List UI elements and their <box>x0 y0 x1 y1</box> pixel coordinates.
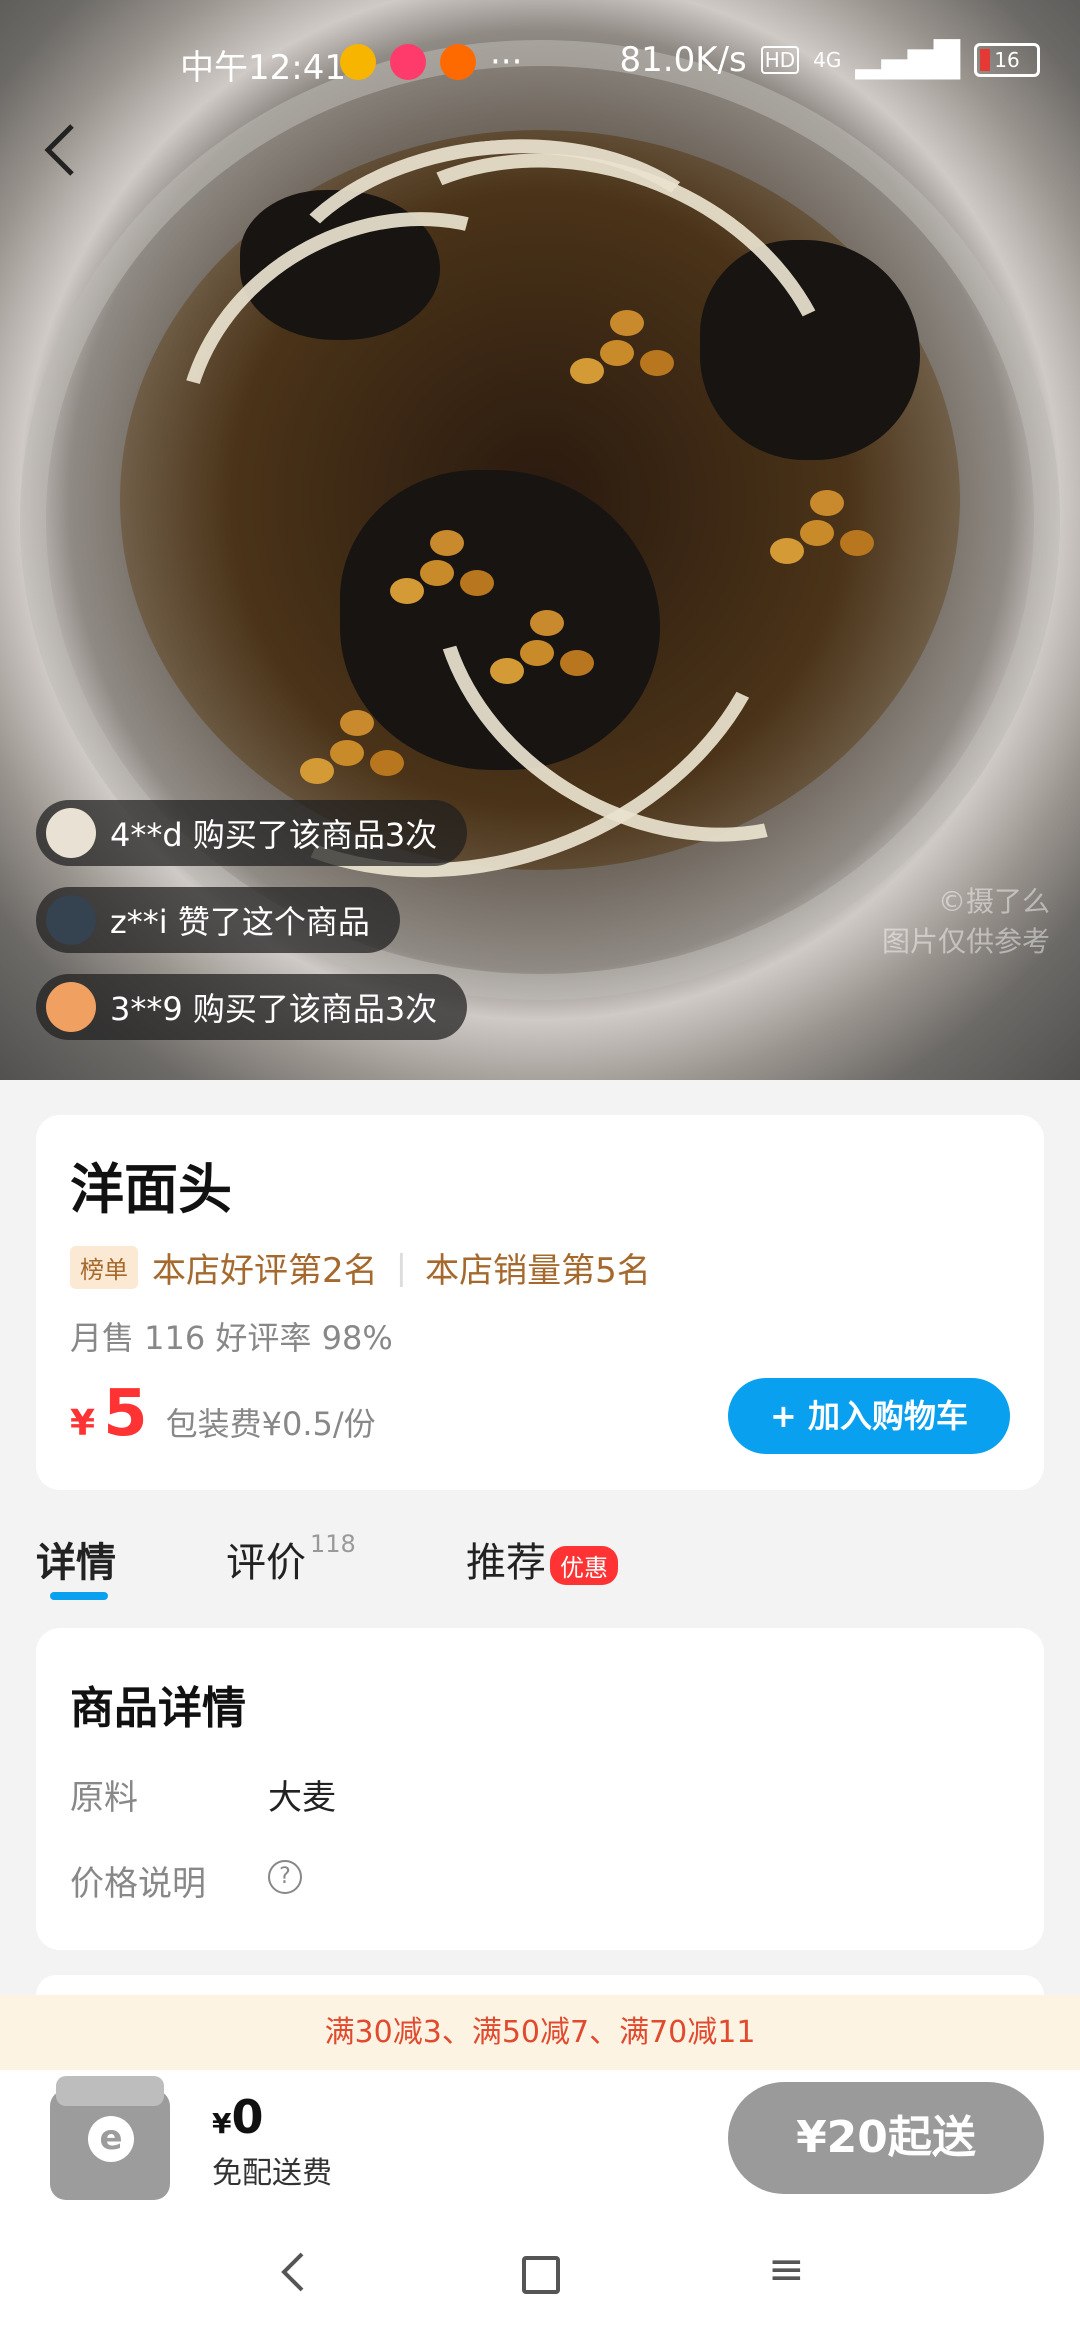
ingredient-value: 大麦 <box>268 1778 336 1818</box>
packaging-fee: 包装费¥0.5/份 <box>165 1405 376 1443</box>
rank-row[interactable]: 榜单 本店好评第2名 | 本店销量第5名 <box>70 1243 651 1292</box>
product-title: 洋面头 <box>70 1158 232 1221</box>
product-price: 5 <box>103 1377 148 1451</box>
min-order-button[interactable]: ¥20起送 <box>728 2082 1044 2194</box>
delivery-fee: 免配送费 <box>212 2156 332 2191</box>
status-time: 中午12:41 <box>180 48 346 88</box>
shopping-bag-icon <box>390 44 426 80</box>
avatar <box>46 808 96 858</box>
ingredient-label: 原料 <box>70 1778 138 1818</box>
status-bar: 中午12:41 ··· 81.0K/s HD 4G ▂▄▆█ 16 <box>0 0 1080 120</box>
help-icon[interactable]: ? <box>268 1860 302 1894</box>
avatar <box>46 982 96 1032</box>
nav-home-button[interactable] <box>522 2256 560 2294</box>
review-count: 118 <box>310 1530 356 1558</box>
nav-menu-button[interactable]: ≡ <box>768 2244 805 2295</box>
network-type: 4G <box>813 48 842 72</box>
rank-sales: 本店销量第5名 <box>425 1251 651 1291</box>
signal-icon: ▂▄▆█ <box>855 40 960 80</box>
menu-icon: ≡ <box>768 2244 805 2295</box>
system-nav-bar: ≡ <box>0 2210 1080 2340</box>
promo-banner: 满30减3、满50减7、满70减11 <box>0 1995 1080 2070</box>
battery-level: 16 <box>994 48 1020 72</box>
network-speed: 81.0K/s <box>619 40 747 80</box>
app-notification-icon <box>340 44 376 80</box>
tab-label: 详情 <box>36 1540 116 1586</box>
activity-text: 3**9 购买了该商品3次 <box>110 990 438 1028</box>
home-square-icon <box>522 2256 560 2294</box>
rank-good-reviews: 本店好评第2名 <box>152 1251 378 1291</box>
cart-icon[interactable] <box>50 2076 170 2200</box>
watermark-note: 图片仅供参考 <box>881 925 1050 958</box>
battery-icon: 16 <box>974 43 1040 77</box>
activity-bubble: 4**d 购买了该商品3次 <box>36 800 468 866</box>
price-note-label: 价格说明 <box>70 1864 206 1904</box>
activity-text: 4**d 购买了该商品3次 <box>110 816 438 854</box>
tab-reviews[interactable]: 评价 118 <box>226 1530 356 1588</box>
more-notifications-icon: ··· <box>490 42 523 82</box>
rank-badge: 榜单 <box>70 1246 138 1289</box>
notification-icons: ··· <box>340 42 522 82</box>
back-button[interactable] <box>40 120 100 190</box>
hd-icon: HD <box>760 46 800 74</box>
activity-text: z**i 赞了这个商品 <box>110 903 370 941</box>
price-row: ¥ 5 包装费¥0.5/份 <box>70 1377 376 1451</box>
topping-shape <box>520 640 554 666</box>
currency-symbol: ¥ <box>212 2107 232 2140</box>
nav-back-button[interactable] <box>278 2250 308 2305</box>
taobao-icon <box>440 44 476 80</box>
topping-shape <box>420 560 454 586</box>
tab-label: 评价 <box>226 1540 306 1586</box>
product-card: 洋面头 榜单 本店好评第2名 | 本店销量第5名 月售 116 好评率 98% … <box>36 1115 1044 1490</box>
add-to-cart-button[interactable]: + 加入购物车 <box>728 1378 1010 1454</box>
tab-details[interactable]: 详情 <box>36 1530 116 1588</box>
discount-badge: 优惠 <box>550 1545 618 1585</box>
watermark-logo: ©摄了么 <box>937 885 1050 918</box>
nav-back-icon <box>281 2252 304 2292</box>
topping-shape <box>600 340 634 366</box>
currency-symbol: ¥ <box>70 1403 96 1444</box>
topping-shape <box>330 740 364 766</box>
image-watermark: ©摄了么 图片仅供参考 <box>882 880 1050 960</box>
tab-label: 推荐 <box>466 1540 546 1586</box>
cart-total: ¥0 <box>212 2090 264 2144</box>
sales-stats: 月售 116 好评率 98% <box>70 1319 393 1357</box>
details-title: 商品详情 <box>70 1683 246 1734</box>
status-indicators: 81.0K/s HD 4G ▂▄▆█ 16 <box>620 40 1040 80</box>
cart-total-value: 0 <box>231 2090 264 2144</box>
avatar <box>46 895 96 945</box>
tab-bar: 详情 评价 118 推荐 优惠 <box>36 1530 1044 1600</box>
divider: | <box>395 1247 408 1288</box>
chevron-left-icon <box>44 124 74 176</box>
activity-bubble: 3**9 购买了该商品3次 <box>36 974 468 1040</box>
tab-recommend[interactable]: 推荐 优惠 <box>466 1530 618 1588</box>
topping-shape <box>800 520 834 546</box>
product-details-card: 商品详情 原料 大麦 价格说明 ? <box>36 1628 1044 1950</box>
activity-bubble: z**i 赞了这个商品 <box>36 887 400 953</box>
active-tab-indicator <box>50 1592 108 1600</box>
cart-bar: ¥0 免配送费 ¥20起送 <box>0 2070 1080 2210</box>
